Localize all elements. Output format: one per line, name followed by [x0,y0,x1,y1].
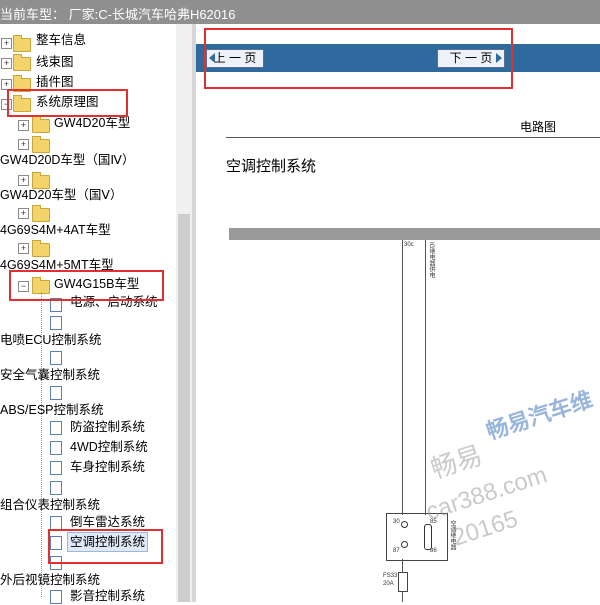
folder-icon [32,116,50,133]
folder-icon [13,35,31,52]
expand-toggle[interactable]: + [18,139,29,150]
wire-30c [402,240,403,515]
scrollbar-thumb[interactable] [178,214,190,602]
tree-item-airbag[interactable]: 安全气囊控制系统 [0,366,100,384]
expand-toggle[interactable]: + [1,58,12,69]
tree-item-4wd[interactable]: 4WD控制系统 [70,438,148,456]
heading-rule [226,137,600,138]
tree-item-cluster[interactable]: 组合仪表控制系统 [0,496,100,514]
document-icon [50,441,62,455]
tree-item-ecu[interactable]: 电喷ECU控制系统 [0,331,101,349]
tree-item-body[interactable]: 车身控制系统 [70,458,145,476]
expand-toggle[interactable]: + [18,120,29,131]
expand-toggle[interactable]: + [1,38,12,49]
highlight-box [9,270,164,301]
diagram-heading: 电路图 [520,120,557,134]
folder-icon [32,205,50,222]
expand-toggle[interactable]: + [18,243,29,254]
relay-coil-icon [424,524,432,550]
document-icon [50,351,62,365]
document-icon [50,421,62,435]
fuse-rating: 20A [383,581,394,587]
tree-item-abs-esp[interactable]: ABS/ESP控制系统 [0,401,104,419]
tree-item-gw4d20-v[interactable]: GW4D20车型（国Ⅴ） [0,186,122,204]
diagram-header-bar [229,228,600,240]
tree-item-audio[interactable]: 影音控制系统 [70,587,145,605]
relay-contact-icon [401,541,408,548]
tree-item-gw4d20d[interactable]: GW4D20D车型（国Ⅳ） [0,151,134,169]
document-icon [50,516,62,530]
relay-pin-30: 30 [393,519,400,525]
expand-toggle[interactable]: + [18,175,29,186]
tree-scrollbar[interactable] [176,24,192,602]
document-icon [50,386,62,400]
system-title: 空调控制系统 [226,158,317,175]
tree-item-vehicle-info[interactable]: 整车信息 [36,31,86,49]
wire-label-30c: 30c [404,242,414,248]
document-icon [50,316,62,330]
document-icon [50,481,62,495]
current-model-label: 当前车型： 厂家:C-长城汽车哈弗H62016 [0,7,236,22]
relay-contact-icon [401,521,408,528]
relay-pin-87: 87 [393,548,400,554]
document-icon [50,461,62,475]
tree-item-antitheft[interactable]: 防盗控制系统 [70,418,145,436]
fuse-icon [398,572,408,592]
highlight-box [204,28,513,89]
highlight-box [7,89,128,117]
wire-ig [425,240,426,515]
tree-item-4g69-4at[interactable]: 4G69S4M+4AT车型 [0,221,111,239]
highlight-box [48,529,163,564]
folder-icon [13,54,31,71]
wire-label-ig: IG继电器供电 [428,242,434,279]
expand-toggle[interactable]: + [18,208,29,219]
fuse-id: FS33 [383,573,398,579]
title-bar: 当前车型： 厂家:C-长城汽车哈弗H62016 [0,0,600,24]
folder-icon [32,240,50,257]
tree-item-harness[interactable]: 线束图 [36,53,74,71]
